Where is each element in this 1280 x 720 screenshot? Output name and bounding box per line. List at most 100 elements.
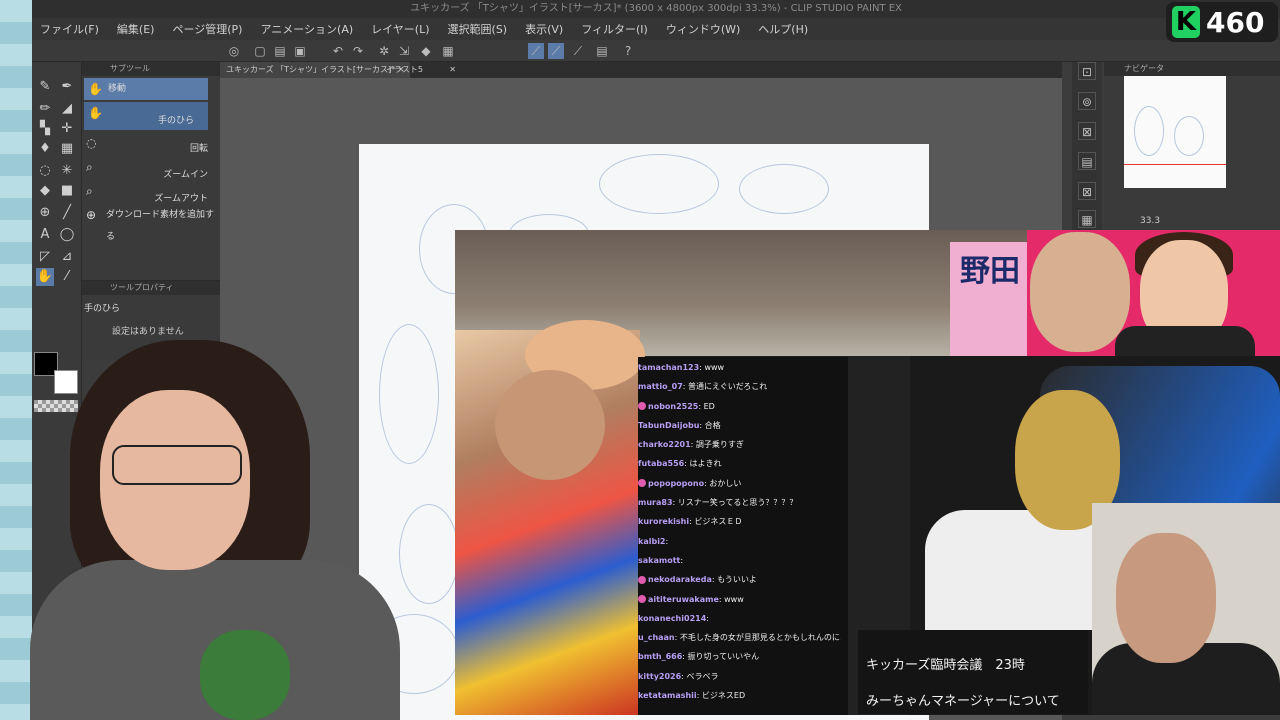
auto-select-icon[interactable]: ✳ (58, 162, 76, 180)
ruler-tool-icon[interactable]: ⊿ (58, 248, 76, 266)
move-layer-icon[interactable]: ✛ (58, 120, 76, 138)
hand-tool-icon[interactable]: ✋ (36, 268, 54, 286)
logo-number: 460 (1206, 5, 1265, 39)
chat-username[interactable]: aititeruwakame (648, 595, 719, 604)
chat-username[interactable]: nekodarakeda (648, 575, 712, 584)
operation-tool-icon[interactable]: ⊕ (36, 204, 54, 222)
layer-property-icon[interactable]: ⊡ (1078, 62, 1096, 80)
menu-edit[interactable]: 編集(E) (117, 21, 155, 37)
close-icon[interactable]: ✕ (449, 62, 456, 78)
chat-username[interactable]: u_chaan (638, 633, 675, 642)
pencil-tool-icon[interactable]: ✏ (36, 100, 54, 118)
menu-file[interactable]: ファイル(F) (40, 21, 99, 37)
streamer-shirt-print (200, 630, 290, 720)
fill-icon[interactable]: ◆ (418, 43, 434, 59)
text-tool-icon[interactable]: A (36, 226, 54, 244)
document-icon[interactable]: ▤ (594, 43, 610, 59)
chat-username[interactable]: kurorekishi (638, 517, 689, 526)
chat-username[interactable]: konanechi0214 (638, 614, 706, 623)
open-folder-icon[interactable]: ▤ (272, 43, 288, 59)
chat-username[interactable]: TabunDaijobu (638, 421, 699, 430)
subtool-zoom-out[interactable]: ⌕ ズームアウト (82, 180, 222, 204)
settings-icon[interactable]: ✲ (376, 43, 392, 59)
chat-username[interactable]: ketatamashii (638, 691, 697, 700)
redo-icon[interactable]: ↷ (350, 43, 366, 59)
blend-tool-icon[interactable]: ♦ (36, 140, 54, 158)
menu-window[interactable]: ウィンドウ(W) (666, 21, 740, 37)
chat-username[interactable]: bmth_666 (638, 652, 682, 661)
selection-icon[interactable]: ▦ (440, 43, 456, 59)
lasso-tool-icon[interactable]: ◌ (36, 162, 54, 180)
subtool-zoom-in[interactable]: ⌕ ズームイン (82, 156, 222, 180)
line-tool-icon[interactable]: ╱ (58, 204, 76, 222)
app-icon[interactable]: ◎ (226, 43, 242, 59)
chat-text: おかしい (709, 478, 742, 488)
channel-logo: K 460 (1166, 2, 1278, 42)
chat-text: 調子乗りすぎ (695, 440, 744, 450)
subtool-panel: サブツール ✋ 移動 ✋ 手のひら ◌ 回転 ⌕ ズームイン ⌕ ズームアウト … (82, 62, 222, 292)
chat-message: nobon2525: ED (636, 397, 841, 416)
frame-tool-icon[interactable]: ◸ (36, 248, 54, 266)
menu-page[interactable]: ページ管理(P) (172, 21, 242, 37)
subtool-rotate[interactable]: ◌ 回転 (82, 132, 222, 154)
chat-username[interactable]: tamachan123 (638, 363, 699, 372)
pen-tool-icon[interactable]: ✎ (36, 78, 54, 96)
auto-action-icon[interactable]: ⊠ (1078, 182, 1096, 200)
chat-username[interactable]: charko2201 (638, 440, 691, 449)
menu-selection[interactable]: 選択範囲(S) (448, 21, 508, 37)
menu-layer[interactable]: レイヤー(L) (371, 21, 429, 37)
hand-icon: ✋ (88, 106, 103, 120)
menu-animation[interactable]: アニメーション(A) (260, 21, 353, 37)
chat-message: kitty2026: ベラベラ (636, 667, 841, 686)
chat-username[interactable]: nobon2525 (648, 402, 698, 411)
navigator-thumbnail[interactable] (1124, 76, 1226, 188)
eyedropper-tool-icon[interactable]: ⁄ (58, 268, 76, 286)
history-icon[interactable]: ▤ (1078, 152, 1096, 170)
color-set-icon[interactable]: ▦ (1078, 210, 1096, 228)
sketch-stroke (739, 164, 829, 214)
gradient-tool-icon[interactable]: ■ (58, 182, 76, 200)
marker-tool-icon[interactable]: ✒ (58, 78, 76, 96)
chat-username[interactable]: mura83 (638, 498, 673, 507)
help-icon[interactable]: ? (620, 43, 636, 59)
balloon-tool-icon[interactable]: ◯ (58, 226, 76, 244)
chat-username[interactable]: mattio_07 (638, 382, 683, 391)
menu-filter[interactable]: フィルター(I) (581, 21, 648, 37)
decoration-tool-icon[interactable]: ▚ (36, 120, 54, 138)
undo-icon[interactable]: ↶ (330, 43, 346, 59)
snap-ruler-icon[interactable]: ⟋ (548, 43, 564, 59)
chat-username[interactable]: futaba556 (638, 459, 684, 468)
chat-message: charko2201: 調子乗りすぎ (636, 435, 841, 454)
navigator-header: ナビゲータ (1104, 62, 1280, 76)
material-icon[interactable]: ⊠ (1078, 122, 1096, 140)
search-layer-icon[interactable]: ⊚ (1078, 92, 1096, 110)
chat-username[interactable]: popopopono (648, 479, 704, 488)
chat-message: bmth_666: 振り切っていいやん (636, 647, 841, 666)
chat-text: ED (703, 401, 715, 411)
subtool-move[interactable]: ✋ 移動 (84, 78, 208, 100)
eraser-tool-icon[interactable]: ◢ (58, 100, 76, 118)
save-icon[interactable]: ▣ (292, 43, 308, 59)
chat-username[interactable]: kitty2026 (638, 672, 681, 681)
subtool-hand[interactable]: ✋ 手のひら (84, 102, 208, 130)
menu-help[interactable]: ヘルプ(H) (758, 21, 808, 37)
fill-tool-icon[interactable]: ◆ (36, 182, 54, 200)
chat-text: www (724, 594, 744, 604)
grid-tool-icon[interactable]: ▦ (58, 140, 76, 158)
add-download-material[interactable]: ⊕ ダウンロード素材を追加する (82, 204, 222, 242)
chat-text: www (704, 363, 725, 372)
new-file-icon[interactable]: ▢ (252, 43, 268, 59)
chat-username[interactable]: sakamott (638, 556, 680, 565)
menu-view[interactable]: 表示(V) (525, 21, 563, 37)
chat-message: kurorekishi: ビジネスＥＤ (636, 512, 841, 531)
snap-icon[interactable]: ⟋ (528, 43, 544, 59)
ruler-icon[interactable]: ⟋ (570, 43, 586, 59)
chat-username[interactable]: kalbi2 (638, 537, 666, 546)
chat-separator: : (665, 536, 669, 546)
subtool-label: 手のひら (157, 116, 194, 126)
plus-icon: ⊕ (86, 208, 97, 222)
subtool-label: ダウンロード素材を追加する (106, 210, 215, 242)
tab-document-2[interactable]: イラスト5 ✕ (380, 62, 460, 78)
navigator-zoom-value[interactable]: 33.3 (1140, 216, 1160, 226)
transform-icon[interactable]: ⇲ (396, 43, 412, 59)
